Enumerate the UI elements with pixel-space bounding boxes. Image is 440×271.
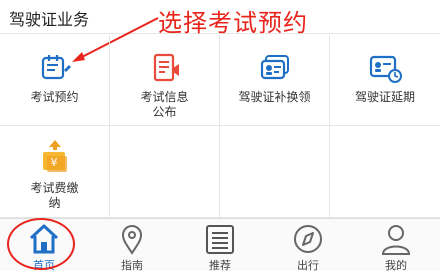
service-label-text: 考试信息 公布 (140, 90, 189, 119)
service-label: 考试信息 公布 (110, 90, 219, 120)
highlight-circle (7, 218, 75, 270)
service-label-text: 考试费缴 纳 (30, 181, 79, 210)
service-label: 驾驶证延期 (354, 90, 415, 104)
license-extend-icon (369, 55, 402, 83)
tab-travel[interactable]: 出行 (264, 219, 352, 271)
tab-label: 推荐 (209, 259, 231, 271)
tab-mine[interactable]: 我的 (352, 219, 440, 271)
svg-text:¥: ¥ (51, 156, 58, 169)
service-grid: 考试预约 考试信息 公布 驾驶证补换领 驾驶证延期 ¥ 考试费缴 纳 (0, 35, 440, 218)
service-license-extend[interactable]: 驾驶证延期 (330, 35, 440, 126)
tab-label: 指南 (121, 259, 143, 271)
tab-guide[interactable]: 指南 (88, 219, 176, 271)
exam-info-icon (153, 53, 179, 82)
tab-label: 出行 (297, 259, 319, 271)
compass-icon (294, 225, 322, 253)
service-empty (330, 126, 440, 218)
service-exam-fee[interactable]: ¥ 考试费缴 纳 (0, 126, 110, 218)
location-pin-icon (121, 225, 143, 255)
user-icon (381, 225, 411, 255)
service-license-replace[interactable]: 驾驶证补换领 (220, 35, 330, 126)
service-exam-info[interactable]: 考试信息 公布 (110, 35, 220, 126)
tab-recommend[interactable]: 推荐 (176, 219, 264, 271)
tab-label: 我的 (385, 259, 407, 271)
service-label: 考试预约 (30, 90, 79, 104)
license-replace-icon (260, 55, 289, 80)
service-exam-booking[interactable]: 考试预约 (0, 35, 110, 126)
service-label: 驾驶证补换领 (238, 90, 311, 104)
exam-booking-icon (41, 55, 71, 80)
service-empty (220, 126, 330, 218)
service-empty (110, 126, 220, 218)
exam-fee-icon: ¥ (43, 140, 67, 172)
service-label: 考试费缴 纳 (0, 181, 109, 211)
list-icon (206, 225, 234, 254)
